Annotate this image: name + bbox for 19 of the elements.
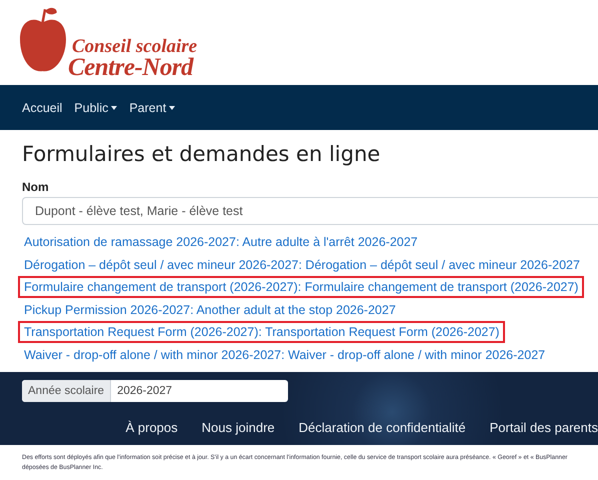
form-link[interactable]: Dérogation – dépôt seul / avec mineur 2026-2027: Dérogation – dépôt seul / avec mineur 2026-2027 [18,254,586,276]
form-link[interactable]: Pickup Permission 2026-2027: Another adult at the stop 2026-2027 [18,298,402,321]
form-link[interactable]: Autorisation de ramassage 2026-2027: Autre adulte à l'arrêt 2026-2027 [18,231,424,254]
field-label: Nom [22,180,50,194]
footer-link[interactable]: Déclaration de confidentialité [298,420,466,435]
caret-icon [169,106,176,110]
school-year-field[interactable]: Année scolaire 2026-2027 [22,380,288,402]
footer-link[interactable]: Nous joindre [202,420,275,435]
footer-link[interactable]: Portail des parents [490,420,598,435]
nav-link[interactable]: Accueil [22,100,62,114]
form-link[interactable]: Transportation Request Form (2026-2027): Transportation Request Form (2026-2027) [18,321,506,344]
nav-link[interactable]: Public [74,100,118,114]
form-link[interactable]: Formulaire changement de transport (2026-2027): Formulaire changement de transport (2026-2027) [18,276,584,298]
nav-link[interactable]: Parent [129,100,176,114]
name-field[interactable]: Dupont - élève test, Marie - élève test [22,197,598,225]
page-title: Formulaires et demandes en ligne [22,142,382,166]
caret-icon [111,106,118,110]
form-link[interactable]: Waiver - drop-off alone / with minor 2026-2027: Waiver - drop-off alone / with minor 2026-2027 [18,344,552,366]
footer-link[interactable]: À propos [126,420,178,435]
